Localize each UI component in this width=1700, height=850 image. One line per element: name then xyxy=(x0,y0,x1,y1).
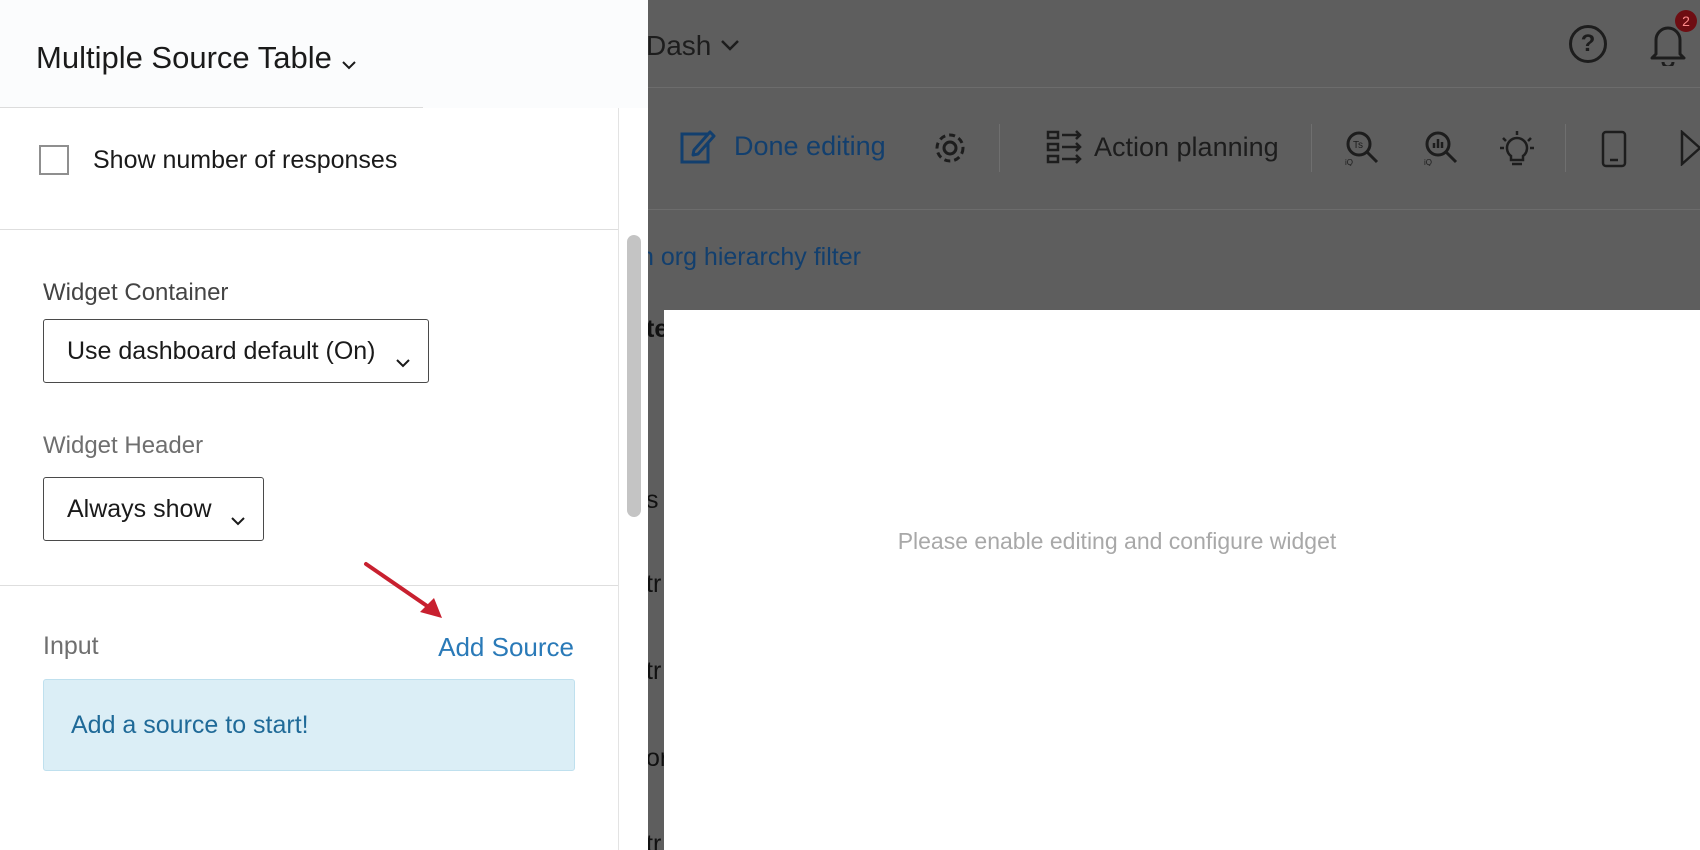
show-responses-checkbox-row[interactable]: Show number of responses xyxy=(39,145,397,175)
widget-container-label: Widget Container xyxy=(43,279,229,306)
play-icon[interactable] xyxy=(1680,129,1700,171)
panel-title: Multiple Source Table xyxy=(36,40,332,75)
toolbar-divider xyxy=(1565,124,1566,172)
background-text-fragment: tr xyxy=(646,657,662,685)
show-responses-label: Show number of responses xyxy=(93,145,398,174)
section-divider xyxy=(0,229,618,230)
panel-scroll-track xyxy=(618,108,619,850)
empty-sources-text: Add a source to start! xyxy=(71,710,309,739)
panel-header: Multiple Source Table xyxy=(0,0,648,108)
chevron-down-icon xyxy=(721,26,740,58)
edit-pencil-icon xyxy=(680,130,716,164)
action-planning-label: Action planning xyxy=(1094,131,1279,162)
svg-text:Ts: Ts xyxy=(1353,140,1363,151)
show-responses-checkbox[interactable] xyxy=(39,145,69,175)
svg-text:iQ: iQ xyxy=(1345,158,1353,166)
widget-config-panel: Multiple Source Table Show number of res… xyxy=(0,0,648,850)
add-source-link[interactable]: Add Source xyxy=(438,632,574,663)
lightbulb-icon[interactable] xyxy=(1499,130,1535,173)
widget-header-label: Widget Header xyxy=(43,432,204,459)
annotation-arrow xyxy=(364,562,442,618)
mobile-preview-icon[interactable] xyxy=(1601,130,1627,173)
chevron-down-icon xyxy=(342,42,356,78)
chevron-down-icon xyxy=(231,504,245,533)
svg-text:iQ: iQ xyxy=(1424,158,1432,166)
widget-placeholder-message: Please enable editing and configure widg… xyxy=(897,528,1337,554)
toolbar-divider xyxy=(999,124,1000,172)
text-iq-icon[interactable]: Ts iQ xyxy=(1344,130,1380,171)
header-divider xyxy=(0,107,423,108)
widget-type-dropdown[interactable]: Multiple Source Table xyxy=(36,38,356,78)
done-editing-button[interactable]: Done editing xyxy=(680,128,886,164)
input-section-label: Input xyxy=(43,632,99,660)
help-icon[interactable]: ? xyxy=(1569,25,1607,63)
widget-container-select[interactable]: Use dashboard default (On) xyxy=(43,319,429,383)
widget-header-select[interactable]: Always show xyxy=(43,477,264,541)
dashboard-title-dropdown[interactable]: Dash xyxy=(646,26,740,62)
org-hierarchy-filter-link[interactable]: n org hierarchy filter xyxy=(640,243,861,272)
panel-scrollbar[interactable] xyxy=(627,235,641,517)
stats-iq-icon[interactable]: iQ xyxy=(1423,130,1459,171)
notification-badge: 2 xyxy=(1675,10,1697,32)
widget-preview[interactable]: Please enable editing and configure widg… xyxy=(664,310,1700,850)
background-text-fragment: tr xyxy=(646,830,662,850)
toolbar-divider xyxy=(1311,124,1312,172)
dashboard-title: Dash xyxy=(646,30,712,61)
settings-gear-icon[interactable] xyxy=(932,130,968,166)
widget-header-value: Always show xyxy=(67,494,212,523)
background-text-fragment: tr xyxy=(646,570,662,598)
widget-container-value: Use dashboard default (On) xyxy=(67,336,376,365)
section-divider xyxy=(0,585,618,586)
action-planning-icon xyxy=(1046,130,1082,164)
done-editing-label: Done editing xyxy=(734,130,886,161)
empty-sources-message: Add a source to start! xyxy=(43,679,575,771)
chevron-down-icon xyxy=(396,346,410,375)
action-planning-button[interactable]: Action planning xyxy=(1046,128,1279,166)
